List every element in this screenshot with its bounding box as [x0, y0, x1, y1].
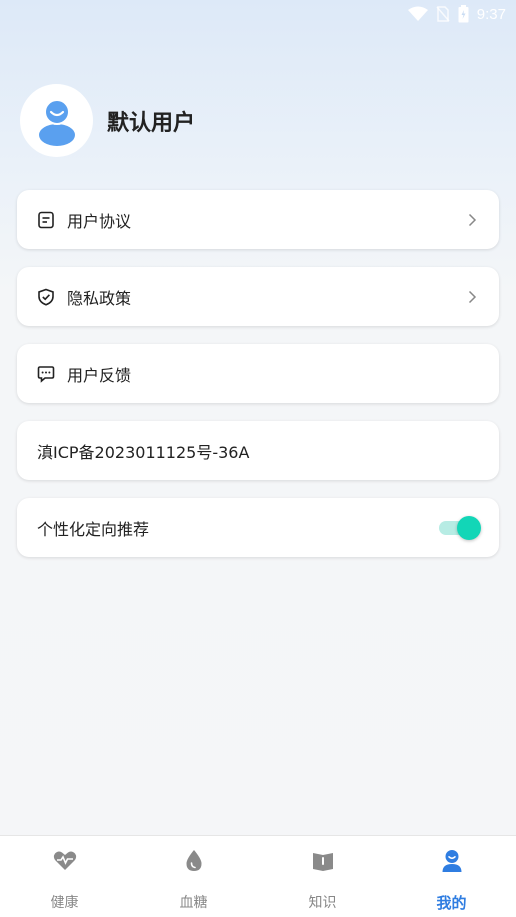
personalized-recommend-label: 个性化定向推荐	[37, 519, 150, 539]
tab-knowledge[interactable]: 知识	[258, 836, 387, 917]
blood-drop-icon	[181, 848, 207, 874]
shield-check-icon	[37, 288, 55, 306]
tab-blood-sugar[interactable]: 血糖	[129, 836, 258, 917]
tab-health[interactable]: 健康	[0, 836, 129, 917]
chevron-right-icon	[465, 213, 479, 227]
tab-health-label: 健康	[50, 895, 79, 911]
profile-header: 默认用户	[20, 84, 195, 157]
icp-record-item: 滇ICP备2023011125号-36A	[17, 421, 499, 480]
feedback-label: 用户反馈	[67, 365, 132, 385]
book-icon	[310, 848, 336, 874]
user-agreement-label: 用户协议	[67, 211, 132, 231]
tab-mine-label: 我的	[436, 894, 467, 912]
user-icon	[439, 848, 465, 874]
chevron-right-icon	[465, 290, 479, 304]
feedback-item[interactable]: 用户反馈	[17, 344, 499, 403]
bottom-tab-bar: 健康 血糖 知识 我的	[0, 835, 516, 917]
avatar[interactable]	[20, 84, 93, 157]
user-agreement-item[interactable]: 用户协议	[17, 190, 499, 249]
battery-icon	[458, 5, 469, 23]
personalized-recommend-item: 个性化定向推荐	[17, 498, 499, 557]
tab-mine[interactable]: 我的	[387, 836, 516, 917]
no-sim-icon	[436, 6, 450, 22]
privacy-policy-item[interactable]: 隐私政策	[17, 267, 499, 326]
chat-bubble-icon	[37, 365, 55, 383]
privacy-policy-label: 隐私政策	[67, 288, 132, 308]
wifi-icon	[407, 6, 428, 22]
heart-pulse-icon	[52, 848, 78, 874]
toggle-knob	[457, 515, 481, 540]
tab-knowledge-label: 知识	[308, 895, 337, 911]
status-bar: 9:37	[0, 0, 516, 28]
avatar-user-icon	[38, 98, 75, 146]
status-time: 9:37	[476, 5, 506, 23]
icp-record-label: 滇ICP备2023011125号-36A	[37, 442, 250, 462]
username: 默认用户	[107, 110, 196, 136]
personalized-toggle[interactable]	[439, 515, 481, 540]
document-icon	[37, 211, 55, 229]
tab-blood-sugar-label: 血糖	[179, 895, 208, 911]
